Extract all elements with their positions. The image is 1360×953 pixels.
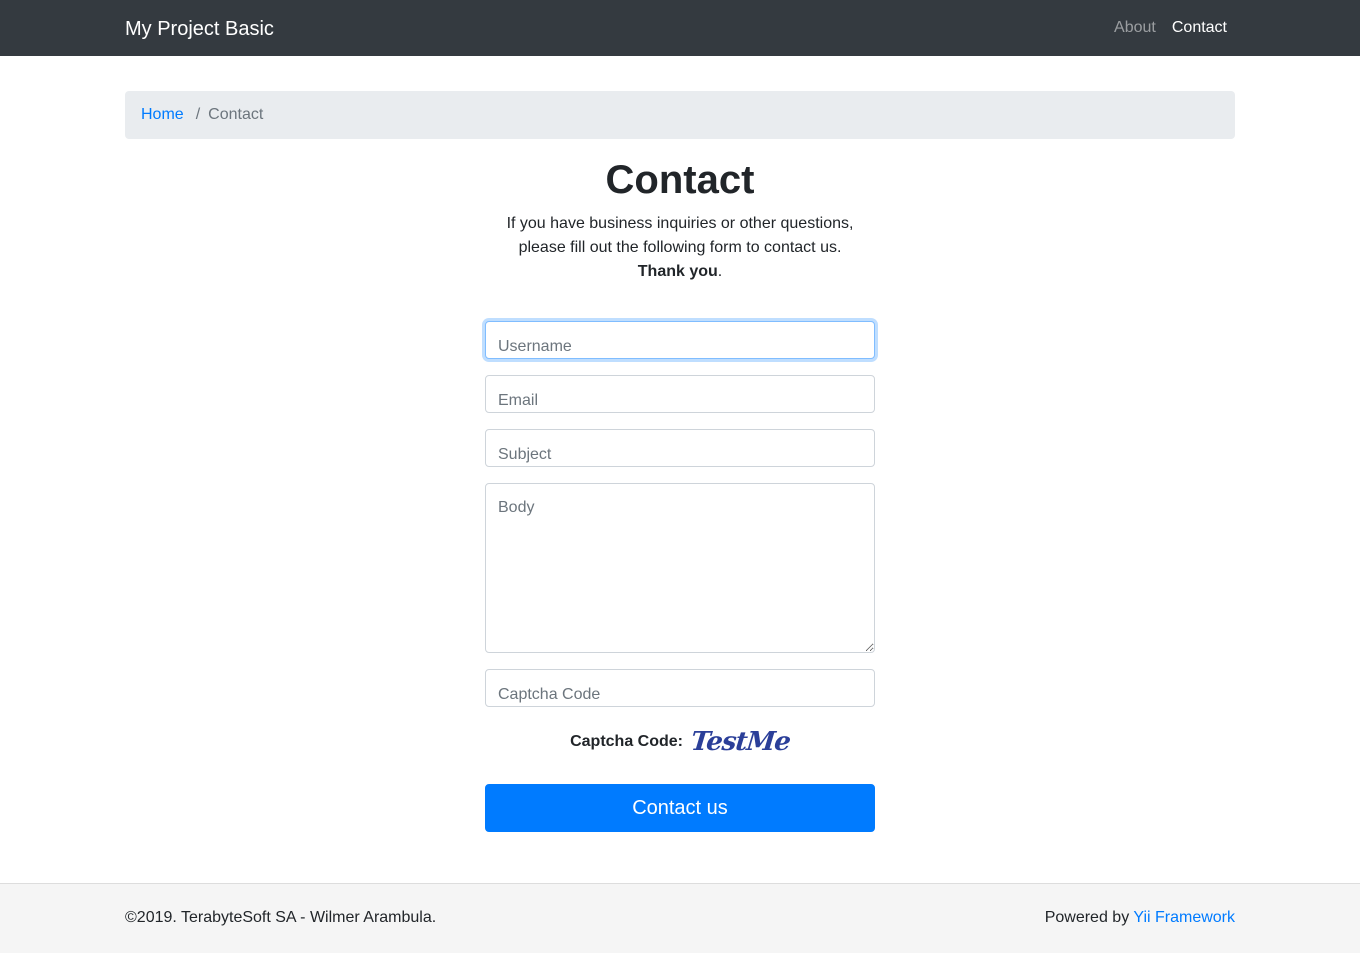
thank-you-text: Thank you: [637, 263, 718, 280]
username-input[interactable]: [485, 321, 875, 359]
footer-copyright: ©2019. TerabyteSoft SA - Wilmer Arambula…: [125, 909, 437, 926]
breadcrumb-home-link[interactable]: Home: [141, 105, 184, 125]
navbar: My Project Basic About Contact: [0, 0, 1360, 56]
body-textarea[interactable]: [485, 483, 875, 653]
page-title: Contact: [605, 158, 755, 202]
breadcrumb: Home / Contact: [125, 91, 1235, 139]
nav-links: About Contact: [1114, 18, 1227, 38]
nav-link-contact[interactable]: Contact: [1172, 18, 1227, 38]
footer-powered: Powered by Yii Framework: [1045, 908, 1235, 928]
contact-form: [485, 321, 875, 723]
breadcrumb-separator: /: [195, 106, 201, 123]
intro-thanks: Thank you.: [430, 260, 930, 284]
subject-input[interactable]: [485, 429, 875, 467]
captcha-image[interactable]: TestMe: [689, 727, 791, 757]
intro-text: If you have business inquiries or other …: [430, 212, 930, 284]
footer: ©2019. TerabyteSoft SA - Wilmer Arambula…: [0, 883, 1360, 953]
powered-by-text: Powered by: [1044, 909, 1134, 926]
contact-submit-button[interactable]: Contact us: [485, 784, 875, 832]
captcha-row: Captcha Code: TestMe: [485, 726, 875, 758]
captcha-input[interactable]: [485, 669, 875, 707]
intro-line-2: please fill out the following form to co…: [518, 239, 842, 256]
brand-link[interactable]: My Project Basic: [125, 16, 274, 42]
nav-link-about[interactable]: About: [1114, 18, 1156, 38]
email-input[interactable]: [485, 375, 875, 413]
breadcrumb-current: Contact: [208, 106, 264, 123]
yii-framework-link[interactable]: Yii Framework: [1133, 909, 1235, 926]
captcha-label: Captcha Code:: [570, 733, 683, 750]
intro-line-1: If you have business inquiries or other …: [506, 215, 854, 232]
thank-you-suffix: .: [717, 263, 723, 280]
